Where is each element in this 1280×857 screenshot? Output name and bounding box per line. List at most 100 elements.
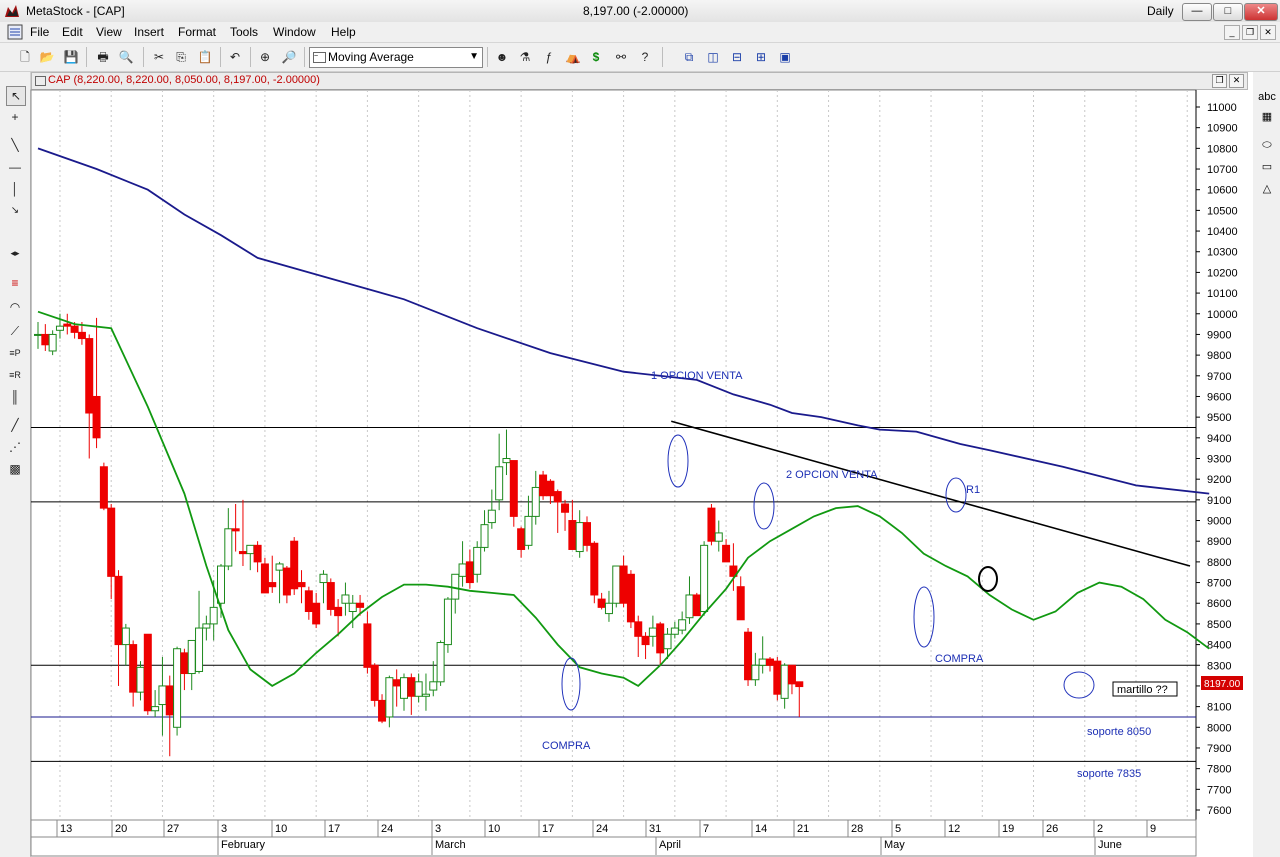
candle-body xyxy=(209,606,218,625)
y-tick-label: 7900 xyxy=(1207,743,1231,755)
candle-body xyxy=(766,658,774,666)
candle-body xyxy=(787,664,796,685)
x-day-label: 12 xyxy=(948,823,960,835)
candle-body xyxy=(55,325,64,331)
candle-body xyxy=(568,520,577,550)
y-tick-label: 9100 xyxy=(1207,495,1231,507)
y-tick-label: 7800 xyxy=(1207,764,1231,776)
candle-body xyxy=(187,639,196,675)
candle-body xyxy=(304,590,313,613)
x-day-label: 7 xyxy=(703,823,709,835)
y-tick-label: 9200 xyxy=(1207,474,1231,486)
candle-body xyxy=(143,633,152,712)
x-day-label: 13 xyxy=(60,823,72,835)
y-tick-label: 10200 xyxy=(1207,267,1238,279)
candle-body xyxy=(626,573,635,623)
x-day-label: 24 xyxy=(381,823,393,835)
candle-body xyxy=(136,666,145,693)
candle-body xyxy=(641,635,650,646)
candle-body xyxy=(260,563,269,594)
plot-area xyxy=(30,89,1197,821)
x-day-label: 28 xyxy=(851,823,863,835)
candle-body xyxy=(443,598,452,646)
candle-body xyxy=(612,565,621,604)
candle-body xyxy=(392,679,401,687)
chart-annotation: soporte 7835 xyxy=(1077,768,1141,780)
y-tick-label: 10000 xyxy=(1207,309,1238,321)
candle-body xyxy=(370,664,379,701)
candle-body xyxy=(282,567,291,596)
candle-body xyxy=(583,522,591,546)
y-tick-label: 10400 xyxy=(1207,226,1238,238)
y-tick-label: 8300 xyxy=(1207,660,1231,672)
x-month-label: February xyxy=(221,839,266,851)
candle-body xyxy=(509,460,518,517)
chart-annotation: 2 OPCION VENTA xyxy=(786,469,878,481)
y-tick-label: 8400 xyxy=(1207,640,1231,652)
x-day-label: 10 xyxy=(275,823,287,835)
y-tick-label: 9900 xyxy=(1207,329,1231,341)
y-tick-label: 10800 xyxy=(1207,143,1238,155)
candle-body xyxy=(597,598,606,608)
y-tick-label: 8700 xyxy=(1207,578,1231,590)
x-day-label: 5 xyxy=(895,823,901,835)
candle-body xyxy=(151,706,160,712)
y-tick-label: 9300 xyxy=(1207,454,1231,466)
y-tick-label: 9400 xyxy=(1207,433,1231,445)
candle-body xyxy=(561,503,570,513)
last-price-value: 8197.00 xyxy=(1204,679,1241,690)
y-tick-label: 9800 xyxy=(1207,350,1231,362)
candle-body xyxy=(85,338,94,414)
candle-body xyxy=(744,631,753,681)
chart-annotation: 1 OPCION VENTA xyxy=(651,370,743,382)
candle-body xyxy=(480,524,489,548)
candle-body xyxy=(692,594,701,617)
candle-body xyxy=(70,325,79,333)
candle-body xyxy=(319,573,328,584)
y-tick-label: 7700 xyxy=(1207,784,1231,796)
candle-body xyxy=(34,333,42,336)
candle-body xyxy=(436,642,445,683)
candle-body xyxy=(678,619,687,631)
candle-body xyxy=(92,395,101,439)
y-tick-label: 10600 xyxy=(1207,185,1238,197)
candle-body xyxy=(546,480,555,497)
candle-body xyxy=(736,586,745,621)
candle-body xyxy=(363,623,372,668)
candle-body xyxy=(473,546,482,575)
candle-body xyxy=(253,544,262,563)
candle-body xyxy=(48,333,57,352)
y-tick-label: 9500 xyxy=(1207,412,1231,424)
candle-body xyxy=(231,528,240,532)
candle-body xyxy=(297,582,306,588)
y-tick-label: 8500 xyxy=(1207,619,1231,631)
x-day-label: 2 xyxy=(1097,823,1103,835)
chart-annotation: COMPRA xyxy=(935,653,984,665)
candle-body xyxy=(685,594,694,619)
candle-body xyxy=(487,509,496,524)
x-day-label: 14 xyxy=(755,823,767,835)
candle-body xyxy=(619,565,628,604)
candle-body xyxy=(202,623,211,629)
x-day-label: 31 xyxy=(649,823,661,835)
candle-body xyxy=(341,594,350,604)
y-tick-label: 10100 xyxy=(1207,288,1238,300)
candle-body xyxy=(217,565,225,604)
y-tick-label: 9000 xyxy=(1207,516,1231,528)
x-day-label: 24 xyxy=(596,823,608,835)
candle-body xyxy=(195,627,204,672)
candle-body xyxy=(751,664,760,681)
x-day-label: 9 xyxy=(1150,823,1156,835)
candle-body xyxy=(268,582,277,588)
chart-annotation: R1 xyxy=(966,484,980,496)
x-day-label: 26 xyxy=(1046,823,1058,835)
price-chart[interactable]: 11000 10900 10800 10700 10600 10500 10400 10300… xyxy=(0,0,1280,857)
y-tick-label: 9600 xyxy=(1207,391,1231,403)
candle-body xyxy=(356,602,365,608)
candle-body xyxy=(414,681,423,697)
x-month-label: March xyxy=(435,839,466,851)
x-day-label: 17 xyxy=(542,823,554,835)
candle-body xyxy=(326,582,335,610)
y-tick-label: 8600 xyxy=(1207,598,1231,610)
candle-body xyxy=(224,528,233,567)
